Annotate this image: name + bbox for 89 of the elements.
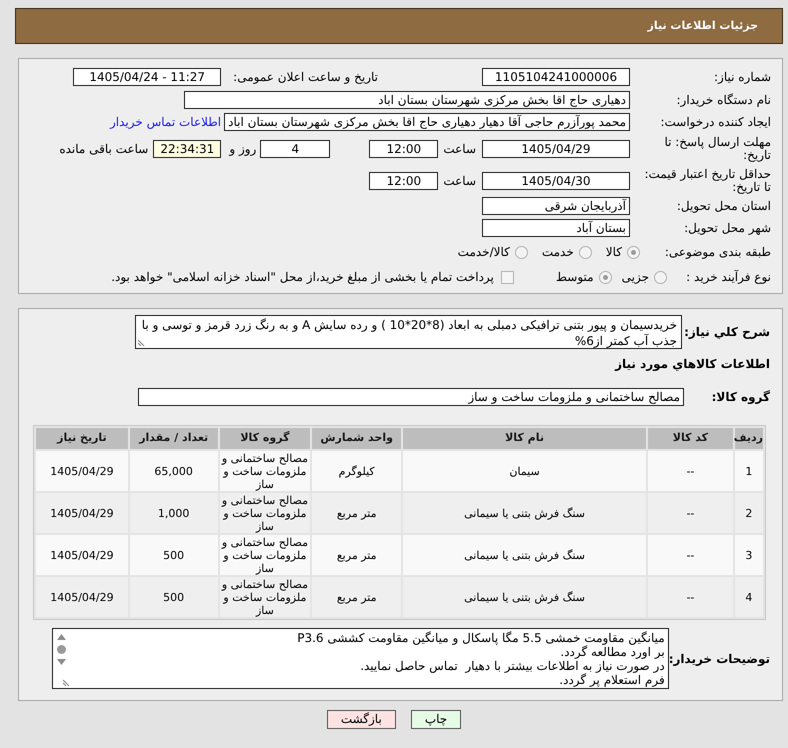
field-label: استان محل تحویل:	[676, 200, 771, 212]
field-label: ساعت	[443, 173, 476, 190]
table-cell: متر مربع	[312, 535, 402, 575]
table-cell: --	[648, 535, 733, 575]
radio-button[interactable]	[578, 246, 592, 258]
scroll-up-arrow-icon[interactable]	[56, 634, 66, 640]
option-label: جزیی	[622, 269, 649, 286]
table-cell: --	[648, 577, 733, 617]
table-cell: سنگ فرش بتنی یا سیمانی	[403, 493, 646, 533]
table-cell: 500	[130, 535, 218, 575]
section-heading: اطلاعات کالاهاي مورد نياز	[615, 357, 770, 371]
table-cell: مصالح ساختمانی و ملزومات ساخت و ساز	[220, 535, 310, 575]
table-cell: 4	[734, 577, 763, 617]
column-header: تاریخ نیاز	[36, 428, 128, 449]
field-label: طبقه بندی موضوعی:	[664, 246, 771, 258]
field-label: مهلت ارسال پاسخ: تا تاریخ:	[663, 136, 771, 162]
column-header: واحد شمارش	[312, 428, 402, 449]
description-textarea[interactable]: خریدسیمان و پیور بتنی ترافیکی دمبلی به ابعاد (8*20*10 ) و رده سایش A و به رنگ زرد قرمز و توسی و با جذب آب کمتر از6%	[135, 315, 682, 349]
buyer-contact-link[interactable]: اطلاعات تماس خریدار	[110, 113, 222, 131]
field-label: حداقل تاریخ اعتبار قیمت: تا تاریخ:	[643, 168, 771, 194]
field-label: توضیحات خریدار:	[668, 650, 770, 668]
field-label: ایجاد کننده درخواست:	[659, 116, 771, 128]
table-cell: مصالح ساختمانی و ملزومات ساخت و ساز	[220, 493, 310, 533]
announcement-datetime-field[interactable]: 1405/04/24 - 11:27	[73, 68, 222, 86]
checkbox-label: پرداخت تمام یا بخشی از مبلغ خرید،از محل "اسناد خزانه اسلامی" خواهد بود.	[111, 269, 494, 286]
resize-grip-icon[interactable]	[138, 339, 145, 346]
option-label: متوسط	[556, 269, 594, 286]
requester-field[interactable]: محمد پورآزرم حاجی آقا دهیار دهیاری حاج اقا بخش مرکزی شهرستان بستان اباد	[224, 113, 630, 131]
field-label: تاریخ و ساعت اعلان عمومی:	[233, 69, 378, 86]
validity-date-field[interactable]: 1405/04/30	[482, 172, 630, 190]
table-cell: 1405/04/29	[36, 451, 128, 491]
field-label: روز و	[229, 141, 256, 158]
table-cell: 65,000	[130, 451, 218, 491]
checkbox[interactable]	[500, 270, 514, 284]
field-label: شماره نیاز:	[713, 70, 771, 84]
remaining-days-field[interactable]: 4	[260, 140, 330, 158]
table-cell: --	[648, 451, 733, 491]
field-label: گروه کالا:	[710, 389, 770, 406]
city-field[interactable]: بستان آباد	[482, 219, 630, 237]
field-label: ساعت	[443, 141, 476, 158]
table-cell: 1405/04/29	[36, 577, 128, 617]
resize-grip-icon[interactable]	[62, 679, 70, 686]
deadline-time-field[interactable]: 12:00	[369, 140, 438, 158]
option-label: خدمت	[542, 244, 574, 261]
table-cell: سنگ فرش بتنی یا سیمانی	[403, 535, 646, 575]
column-header: کد کالا	[648, 428, 733, 449]
table-cell: 1,000	[130, 493, 218, 533]
column-header: گروه کالا	[220, 428, 310, 449]
field-label: نوع فرآیند خرید :	[685, 270, 771, 284]
print-button[interactable]: چاپ	[410, 710, 462, 729]
back-button[interactable]: بازگشت	[326, 710, 396, 729]
table-cell: متر مربع	[312, 577, 402, 617]
table-cell: --	[648, 493, 733, 533]
radio-button[interactable]	[514, 246, 528, 258]
option-label: کالا/خدمت	[458, 244, 510, 261]
table-cell: 500	[130, 577, 218, 617]
option-label: کالا	[606, 244, 622, 261]
buyer-notes-textarea[interactable]: میانگین مقاومت خمشی 5.5 مگا پاسکال و میانگین مقاومت کششی P3.6 بر اورد مطالعه گردد. در صورت نیاز به اطلاعات بیشتر با دهیار تماس حاصل نمایید. فرم استعلام پر گردد.	[52, 628, 669, 689]
validity-time-field[interactable]: 12:00	[369, 172, 438, 190]
table-cell: مصالح ساختمانی و ملزومات ساخت و ساز	[220, 577, 310, 617]
table-cell: 1	[734, 451, 763, 491]
table-cell: 1405/04/29	[36, 493, 128, 533]
radio-button[interactable]	[627, 246, 640, 258]
column-header: نام کالا	[403, 428, 646, 449]
goods-group-field[interactable]: مصالح ساختمانی و ملزومات ساخت و ساز	[138, 388, 684, 406]
deadline-date-field[interactable]: 1405/04/29	[482, 140, 630, 158]
table-cell: 2	[734, 493, 763, 533]
radio-button[interactable]	[598, 270, 612, 284]
table-cell: مصالح ساختمانی و ملزومات ساخت و ساز	[220, 451, 310, 491]
table-cell: کیلوگرم	[312, 451, 402, 491]
table-cell: سیمان	[403, 451, 646, 491]
need-number-field[interactable]: 1105104241000006	[482, 68, 630, 86]
scroll-down-arrow-icon[interactable]	[56, 659, 66, 665]
page-title: جزئیات اطلاعات نیاز	[648, 18, 758, 34]
field-label: شرح کلي نياز:	[683, 324, 770, 341]
scroll-thumb[interactable]	[56, 645, 66, 654]
province-field[interactable]: آذربایجان شرقی	[482, 197, 630, 215]
table-cell: 1405/04/29	[36, 535, 128, 575]
field-label: شهر محل تحویل:	[683, 222, 771, 234]
buyer-organization-field[interactable]: دهیاری حاج اقا بخش مرکزی شهرستان بستان اباد	[184, 91, 630, 109]
table-cell: متر مربع	[312, 493, 402, 533]
field-label: ساعت باقی مانده	[59, 141, 148, 158]
column-header: تعداد / مقدار	[130, 428, 218, 449]
field-label: نام دستگاه خریدار:	[676, 94, 771, 106]
column-header: ردیف	[734, 428, 763, 449]
radio-button[interactable]	[654, 270, 667, 284]
remaining-time-field[interactable]: 22:34:31	[153, 140, 222, 158]
table-cell: سنگ فرش بتنی یا سیمانی	[403, 577, 646, 617]
table-cell: 3	[734, 535, 763, 575]
